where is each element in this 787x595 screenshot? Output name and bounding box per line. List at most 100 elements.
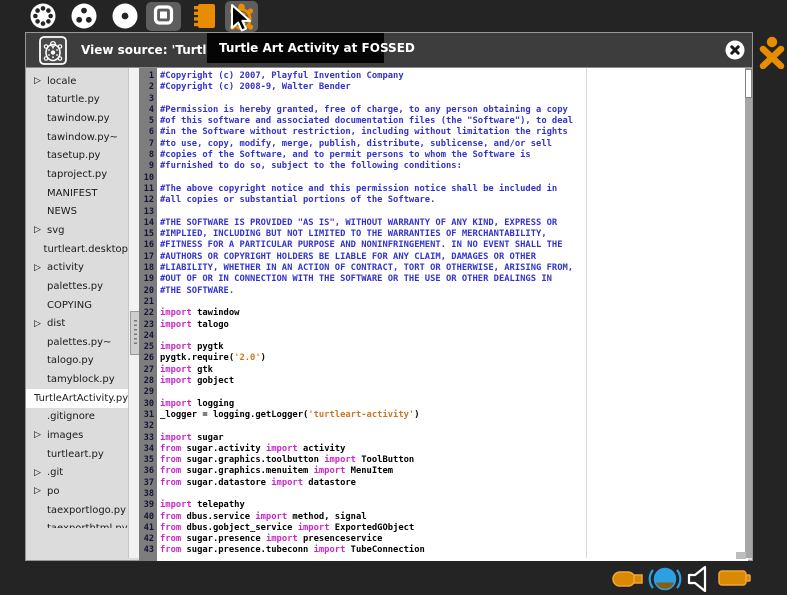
activity-zoom-slot[interactable] <box>146 2 181 31</box>
file-tree-item[interactable]: taproject.py <box>26 165 128 184</box>
file-tree-item[interactable]: taexporthtml.py <box>26 519 128 528</box>
file-tree-item[interactable]: turtleart.desktop <box>26 240 128 259</box>
close-icon[interactable] <box>725 40 745 60</box>
line-number: 5 <box>139 116 157 127</box>
file-tree-item[interactable]: palettes.py <box>26 277 128 296</box>
file-name: taturtle.py <box>47 94 100 105</box>
line-number: 18 <box>139 263 157 274</box>
editor-scrollbar-thumb[interactable] <box>745 69 752 98</box>
code-line: #copies of the Software, and to permit p… <box>160 150 748 161</box>
expander-icon[interactable]: ▷ <box>31 225 44 235</box>
file-name: dist <box>47 318 65 329</box>
line-number: 7 <box>139 139 157 150</box>
expander-icon[interactable]: ▷ <box>31 486 44 496</box>
file-name: tawindow.py <box>47 113 110 124</box>
code-line: #THE SOFTWARE IS PROVIDED "AS IS", WITHO… <box>160 218 748 229</box>
journal-icon[interactable] <box>190 2 220 30</box>
line-number: 40 <box>139 512 157 523</box>
code-line: import pygtk <box>160 342 748 353</box>
tooltip: Turtle Art Activity at FOSSED <box>207 33 384 63</box>
line-number: 4 <box>139 105 157 116</box>
line-number: 2 <box>139 82 157 93</box>
file-name: tamyblock.py <box>47 374 115 385</box>
file-tree-item[interactable]: taturtle.py <box>26 91 128 110</box>
file-tree-item[interactable]: talogo.py <box>26 352 128 371</box>
code-line <box>160 297 748 308</box>
expander-icon[interactable]: ▷ <box>31 263 44 273</box>
file-tree-item[interactable]: taexportlogo.py <box>26 501 128 520</box>
line-number: 23 <box>139 320 157 331</box>
usb-device-icon[interactable] <box>611 568 645 590</box>
editor-scrollbar[interactable] <box>745 68 752 558</box>
code-line: from dbus.gobject_service import Exporte… <box>160 523 748 534</box>
line-number: 27 <box>139 365 157 376</box>
file-tree-item[interactable]: ▷dist <box>26 314 128 333</box>
xo-buddy-icon[interactable] <box>758 35 786 69</box>
friends-icon[interactable] <box>70 2 98 30</box>
file-tree-item[interactable]: COPYING <box>26 296 128 315</box>
file-name: svg <box>47 225 64 236</box>
file-name: turtleart.py <box>47 449 104 460</box>
line-number: 13 <box>139 207 157 218</box>
file-tree-item[interactable]: TurtleArtActivity.py <box>26 389 128 408</box>
file-tree-item[interactable]: ▷locale <box>26 72 128 91</box>
neighborhood-icon[interactable] <box>29 2 57 30</box>
line-number: 16 <box>139 240 157 251</box>
code-line: #AUTHORS OR COPYRIGHT HOLDERS BE LIABLE … <box>160 252 748 263</box>
file-tree[interactable]: ▷locale taturtle.py tawindow.py tawindow.py… <box>26 68 128 528</box>
file-tree-item[interactable]: tawindow.py~ <box>26 128 128 147</box>
file-name: palettes.py <box>47 281 103 292</box>
code-line: from sugar.presence import presenceservi… <box>160 534 748 545</box>
code-line: from sugar.graphics.toolbutton import To… <box>160 455 748 466</box>
speaker-icon[interactable] <box>686 564 714 594</box>
battery-icon[interactable] <box>717 566 753 590</box>
file-name: .git <box>47 467 63 478</box>
bottom-frame-bar <box>0 561 787 595</box>
expander-icon[interactable]: ▷ <box>31 319 44 329</box>
expander-icon[interactable]: ▷ <box>31 430 44 440</box>
expander-icon[interactable]: ▷ <box>31 468 44 478</box>
line-number: 24 <box>139 331 157 342</box>
line-number: 10 <box>139 173 157 184</box>
line-number: 37 <box>139 478 157 489</box>
line-number: 12 <box>139 195 157 206</box>
home-icon[interactable] <box>111 2 139 30</box>
code-line: #furnished to do so, subject to the foll… <box>160 161 748 172</box>
code-line: from sugar.graphics.menuitem import Menu… <box>160 466 748 477</box>
file-tree-item[interactable]: ▷po <box>26 482 128 501</box>
expander-icon[interactable]: ▷ <box>31 76 44 86</box>
turtle-window-icon <box>39 36 67 65</box>
code-line: #LIABILITY, WHETHER IN AN ACTION OF CONT… <box>160 263 748 274</box>
file-tree-item[interactable]: ▷activity <box>26 258 128 277</box>
file-tree-item[interactable]: .gitignore <box>26 408 128 427</box>
code-line <box>160 421 748 432</box>
file-tree-item[interactable]: ▷.git <box>26 463 128 482</box>
code-line: pygtk.require('2.0') <box>160 353 748 364</box>
code-line <box>160 387 748 398</box>
file-tree-item[interactable]: palettes.py~ <box>26 333 128 352</box>
line-number: 32 <box>139 421 157 432</box>
file-tree-item[interactable]: ▷images <box>26 426 128 445</box>
line-number: 21 <box>139 297 157 308</box>
file-tree-item[interactable]: tawindow.py <box>26 109 128 128</box>
activity-icon <box>146 2 181 31</box>
line-number: 41 <box>139 523 157 534</box>
wireless-signal-icon[interactable] <box>647 563 683 595</box>
file-name: taexporthtml.py <box>47 523 128 528</box>
file-tree-item[interactable]: MANIFEST <box>26 184 128 203</box>
code-line: #OUT OF OR IN CONNECTION WITH THE SOFTWA… <box>160 274 748 285</box>
file-name: images <box>47 430 83 441</box>
code-line: import gtk <box>160 365 748 376</box>
file-name: po <box>47 486 59 497</box>
file-tree-item[interactable]: tasetup.py <box>26 147 128 166</box>
file-tree-item[interactable]: tamyblock.py <box>26 370 128 389</box>
code-line: import tawindow <box>160 308 748 319</box>
file-tree-item[interactable]: NEWS <box>26 202 128 221</box>
right-margin-line <box>586 68 587 558</box>
file-tree-item[interactable]: ▷svg <box>26 221 128 240</box>
code-editor[interactable]: #Copyright (c) 2007, Playful Invention C… <box>157 68 748 561</box>
line-number: 34 <box>139 444 157 455</box>
file-name: taproject.py <box>47 169 107 180</box>
file-tree-item[interactable]: turtleart.py <box>26 445 128 464</box>
code-line: #of this software and associated documen… <box>160 116 748 127</box>
